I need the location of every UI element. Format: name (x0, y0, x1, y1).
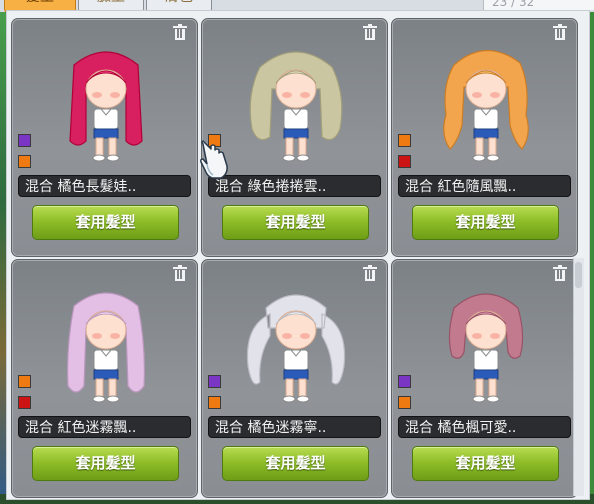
avatar-preview (69, 51, 143, 162)
avatar-preview (448, 293, 524, 403)
avatar-preview (246, 294, 346, 403)
color-swatch (398, 155, 411, 168)
hair-name: 混合 紅色隨風飄.. (398, 175, 571, 197)
trash-icon[interactable] (173, 24, 187, 41)
trash-icon[interactable] (173, 265, 187, 282)
trash-icon[interactable] (553, 265, 567, 282)
tab-hair-label: 髮型 (26, 0, 54, 5)
color-swatch (18, 155, 31, 168)
color-swatch (208, 396, 221, 409)
trash-icon[interactable] (363, 24, 377, 41)
hair-card: 混合 紅色迷霧飄.. 套用髮型 (11, 259, 198, 498)
color-swatch (398, 396, 411, 409)
hand-cursor-icon (200, 140, 228, 179)
color-swatch (18, 375, 31, 388)
apply-hair-button[interactable]: 套用髮型 (412, 205, 559, 240)
scrollbar-thumb[interactable] (575, 262, 582, 288)
color-swatch (398, 134, 411, 147)
apply-hair-button[interactable]: 套用髮型 (412, 446, 559, 481)
avatar-preview (67, 292, 145, 403)
hair-name: 混合 橘色迷霧寧.. (208, 416, 381, 438)
hair-card: 混合 橘色楓可愛.. 套用髮型 (391, 259, 578, 498)
apply-hair-button[interactable]: 套用髮型 (222, 446, 369, 481)
hair-card: 混合 綠色捲捲雲.. 套用髮型 (201, 18, 388, 257)
trash-icon[interactable] (363, 265, 377, 282)
hair-card: 混合 橘色長髮娃.. 套用髮型 (11, 18, 198, 257)
slot-counter: 23 / 32 (483, 0, 594, 10)
color-swatch (18, 134, 31, 147)
hair-name: 混合 橘色長髮娃.. (18, 175, 191, 197)
hair-card: 混合 紅色隨風飄.. 套用髮型 (391, 18, 578, 257)
avatar-preview (249, 51, 343, 162)
apply-hair-button[interactable]: 套用髮型 (222, 205, 369, 240)
scrollbar-track[interactable] (573, 258, 584, 496)
color-swatch (208, 375, 221, 388)
tab-skin-label: 膚色 (165, 0, 193, 5)
trash-icon[interactable] (553, 24, 567, 41)
tab-face-label: 臉型 (97, 0, 125, 5)
avatar-preview (443, 49, 529, 162)
hair-card: 混合 橘色迷霧寧.. 套用髮型 (201, 259, 388, 498)
hair-name: 混合 紅色迷霧飄.. (18, 416, 191, 438)
color-swatch (18, 396, 31, 409)
apply-hair-button[interactable]: 套用髮型 (32, 446, 179, 481)
slot-counter-text: 23 / 32 (492, 0, 535, 9)
color-swatch (398, 375, 411, 388)
apply-hair-button[interactable]: 套用髮型 (32, 205, 179, 240)
hair-name: 混合 橘色楓可愛.. (398, 416, 571, 438)
